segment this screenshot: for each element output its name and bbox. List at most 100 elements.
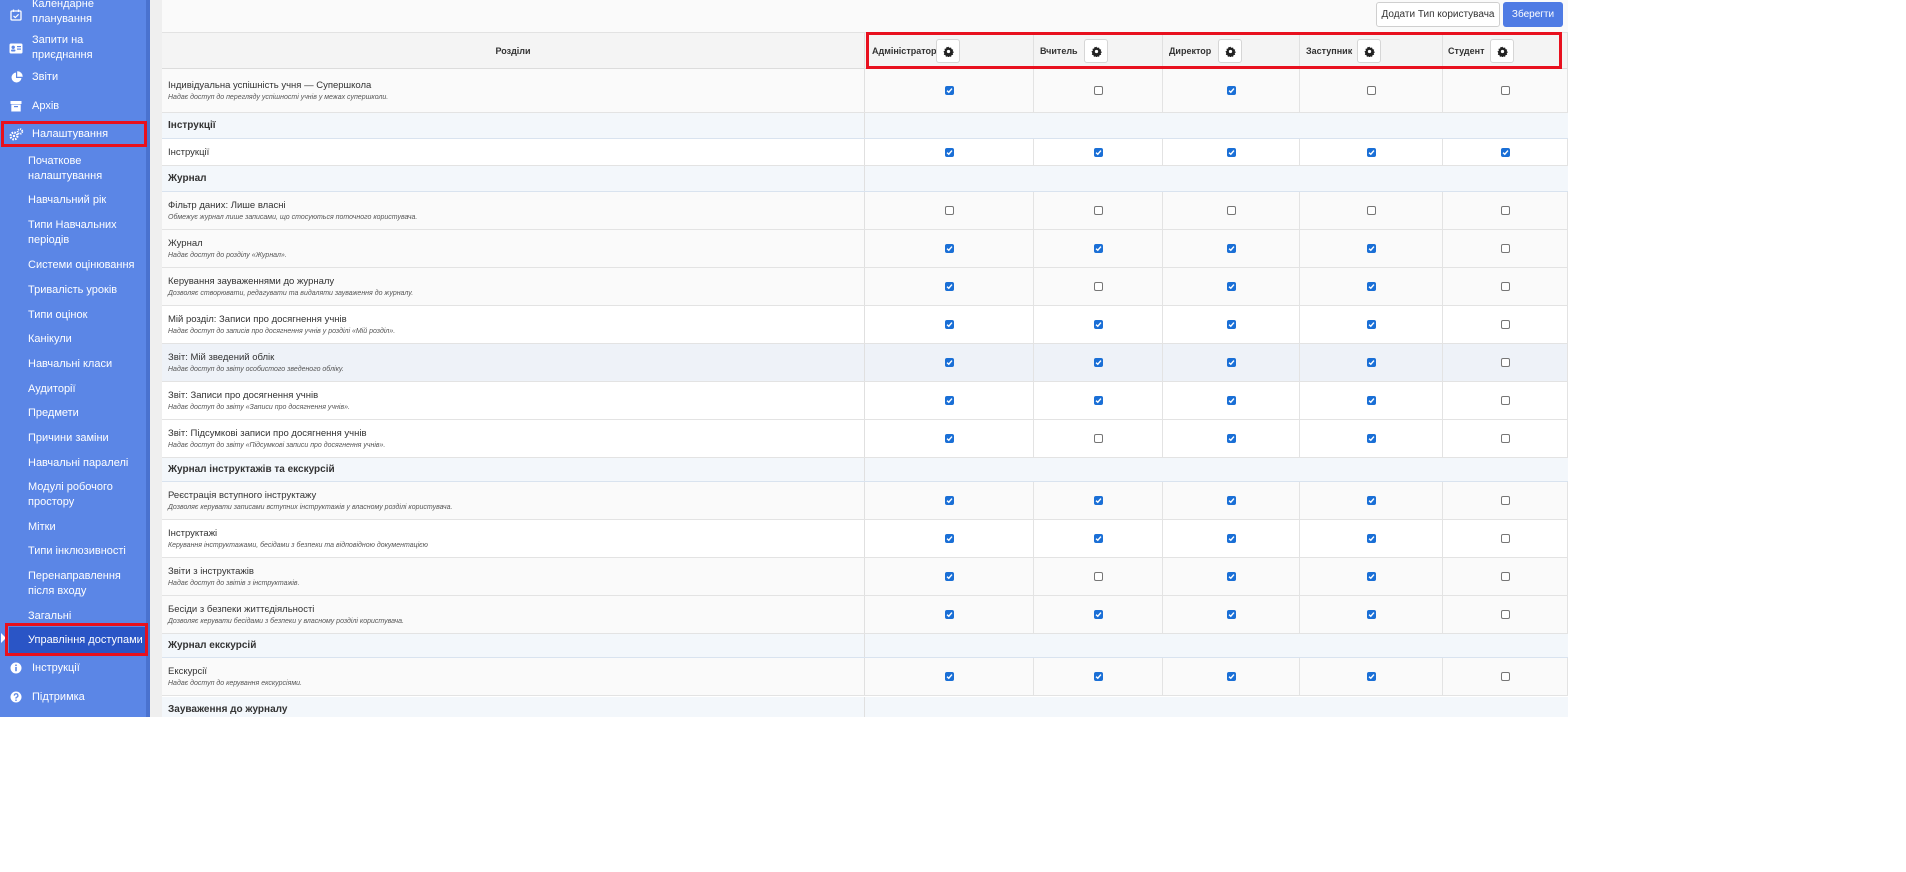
permission-checkbox[interactable] <box>1093 147 1103 157</box>
settings-item-subjects[interactable]: Предмети <box>28 406 146 421</box>
save-button[interactable]: Зберегти <box>1503 2 1563 27</box>
permission-checkbox[interactable] <box>1366 672 1376 681</box>
settings-item-grading-systems[interactable]: Системи оцінювання <box>28 258 146 273</box>
permission-checkbox[interactable] <box>944 396 954 405</box>
permission-checkbox[interactable] <box>944 534 954 543</box>
permission-checkbox[interactable] <box>1500 358 1510 367</box>
permission-checkbox[interactable] <box>1500 610 1510 619</box>
settings-item-holidays[interactable]: Канікули <box>28 332 146 347</box>
sidebar-item-join-requests[interactable]: Запити на приєднання <box>0 34 146 61</box>
permission-checkbox[interactable] <box>1093 434 1103 443</box>
permission-checkbox[interactable] <box>1500 534 1510 543</box>
add-user-type-button[interactable]: Додати Тип користувача <box>1376 2 1500 27</box>
sidebar-item-support[interactable]: Підтримка <box>0 689 146 705</box>
permission-checkbox[interactable] <box>1093 244 1103 253</box>
permission-checkbox[interactable] <box>944 496 954 505</box>
role-permission-cell <box>865 658 1034 695</box>
permission-checkbox[interactable] <box>1093 396 1103 405</box>
permission-checkbox[interactable] <box>1366 282 1376 291</box>
permission-title: Керування зауваженнями до журналу <box>168 275 335 287</box>
permission-checkbox[interactable] <box>1366 496 1376 505</box>
permission-checkbox[interactable] <box>1093 496 1103 505</box>
settings-item-workspace-modules[interactable]: Модулі робочого простору <box>28 480 146 510</box>
permission-checkbox[interactable] <box>1226 244 1236 253</box>
permission-checkbox[interactable] <box>1093 572 1103 581</box>
permission-checkbox[interactable] <box>1366 610 1376 619</box>
permission-checkbox[interactable] <box>944 206 954 215</box>
permission-checkbox[interactable] <box>1226 206 1236 215</box>
permission-checkbox[interactable] <box>1366 396 1376 405</box>
sidebar-item-instructions[interactable]: Інструкції <box>0 660 146 676</box>
permission-checkbox[interactable] <box>1366 147 1376 157</box>
permission-checkbox[interactable] <box>1500 147 1510 157</box>
permission-checkbox[interactable] <box>944 572 954 581</box>
permission-checkbox[interactable] <box>1226 282 1236 291</box>
toolbar: Додати Тип користувача Зберегти <box>162 0 1568 32</box>
permission-checkbox[interactable] <box>1500 86 1510 95</box>
permission-checkbox[interactable] <box>1366 534 1376 543</box>
permission-checkbox[interactable] <box>1366 572 1376 581</box>
settings-item-classes[interactable]: Навчальні класи <box>28 357 146 372</box>
permission-checkbox[interactable] <box>1226 610 1236 619</box>
settings-item-lesson-duration[interactable]: Тривалість уроків <box>28 283 146 298</box>
settings-item-academic-year[interactable]: Навчальний рік <box>28 193 146 208</box>
permission-checkbox[interactable] <box>1093 282 1103 291</box>
permission-checkbox[interactable] <box>1366 86 1376 95</box>
sidebar-item-settings[interactable]: Налаштування <box>0 126 146 142</box>
permission-checkbox[interactable] <box>1500 672 1510 681</box>
permission-checkbox[interactable] <box>1226 396 1236 405</box>
permission-checkbox[interactable] <box>1366 434 1376 443</box>
permission-checkbox[interactable] <box>1500 434 1510 443</box>
permission-checkbox[interactable] <box>944 282 954 291</box>
permission-checkbox[interactable] <box>1366 358 1376 367</box>
settings-item-classrooms[interactable]: Аудиторії <box>28 382 146 397</box>
permission-checkbox[interactable] <box>1366 244 1376 253</box>
permission-checkbox[interactable] <box>1500 282 1510 291</box>
permission-checkbox[interactable] <box>1226 434 1236 443</box>
permission-checkbox[interactable] <box>1500 320 1510 329</box>
permission-checkbox[interactable] <box>1500 206 1510 215</box>
permission-checkbox[interactable] <box>1500 496 1510 505</box>
settings-item-parallels[interactable]: Навчальні паралелі <box>28 456 146 471</box>
permission-checkbox[interactable] <box>1226 534 1236 543</box>
permission-title: Звіти з інструктажів <box>168 565 254 577</box>
permission-checkbox[interactable] <box>1093 358 1103 367</box>
permission-checkbox[interactable] <box>1226 86 1236 95</box>
permission-checkbox[interactable] <box>1093 320 1103 329</box>
settings-item-grade-types[interactable]: Типи оцінок <box>28 308 146 323</box>
permission-checkbox[interactable] <box>1093 206 1103 215</box>
permission-checkbox[interactable] <box>944 320 954 329</box>
settings-item-tags[interactable]: Мітки <box>28 520 146 535</box>
settings-item-inclusivity-types[interactable]: Типи інклюзивності <box>28 544 146 559</box>
settings-item-substitution-reasons[interactable]: Причини заміни <box>28 431 146 446</box>
permission-checkbox[interactable] <box>944 86 954 95</box>
permission-checkbox[interactable] <box>944 434 954 443</box>
settings-item-initial-setup[interactable]: Початкове налаштування <box>28 154 146 184</box>
permission-checkbox[interactable] <box>1093 610 1103 619</box>
permission-checkbox[interactable] <box>944 358 954 367</box>
permission-checkbox[interactable] <box>1093 672 1103 681</box>
permission-checkbox[interactable] <box>1226 672 1236 681</box>
permission-checkbox[interactable] <box>1366 206 1376 215</box>
permission-checkbox[interactable] <box>1226 358 1236 367</box>
sidebar-item-reports[interactable]: Звіти <box>0 69 146 85</box>
permission-checkbox[interactable] <box>1500 572 1510 581</box>
permission-checkbox[interactable] <box>944 147 954 157</box>
permission-checkbox[interactable] <box>1226 572 1236 581</box>
permission-checkbox[interactable] <box>944 672 954 681</box>
permission-checkbox[interactable] <box>1226 147 1236 157</box>
permission-checkbox[interactable] <box>944 610 954 619</box>
settings-item-login-redirects[interactable]: Перенаправлення після входу <box>28 569 146 599</box>
permission-checkbox[interactable] <box>1226 320 1236 329</box>
permission-checkbox[interactable] <box>1093 534 1103 543</box>
sidebar-item-archive[interactable]: Архів <box>0 98 146 114</box>
permission-checkbox[interactable] <box>1500 396 1510 405</box>
permission-checkbox[interactable] <box>1366 320 1376 329</box>
permission-cell: Журнал Надає доступ до розділу «Журнал». <box>162 230 865 267</box>
sidebar-item-calendar-planning[interactable]: Календарне планування <box>0 0 146 30</box>
permission-checkbox[interactable] <box>1500 244 1510 253</box>
permission-checkbox[interactable] <box>1093 86 1103 95</box>
settings-item-period-types[interactable]: Типи Навчальних періодів <box>28 218 146 248</box>
permission-checkbox[interactable] <box>944 244 954 253</box>
permission-checkbox[interactable] <box>1226 496 1236 505</box>
